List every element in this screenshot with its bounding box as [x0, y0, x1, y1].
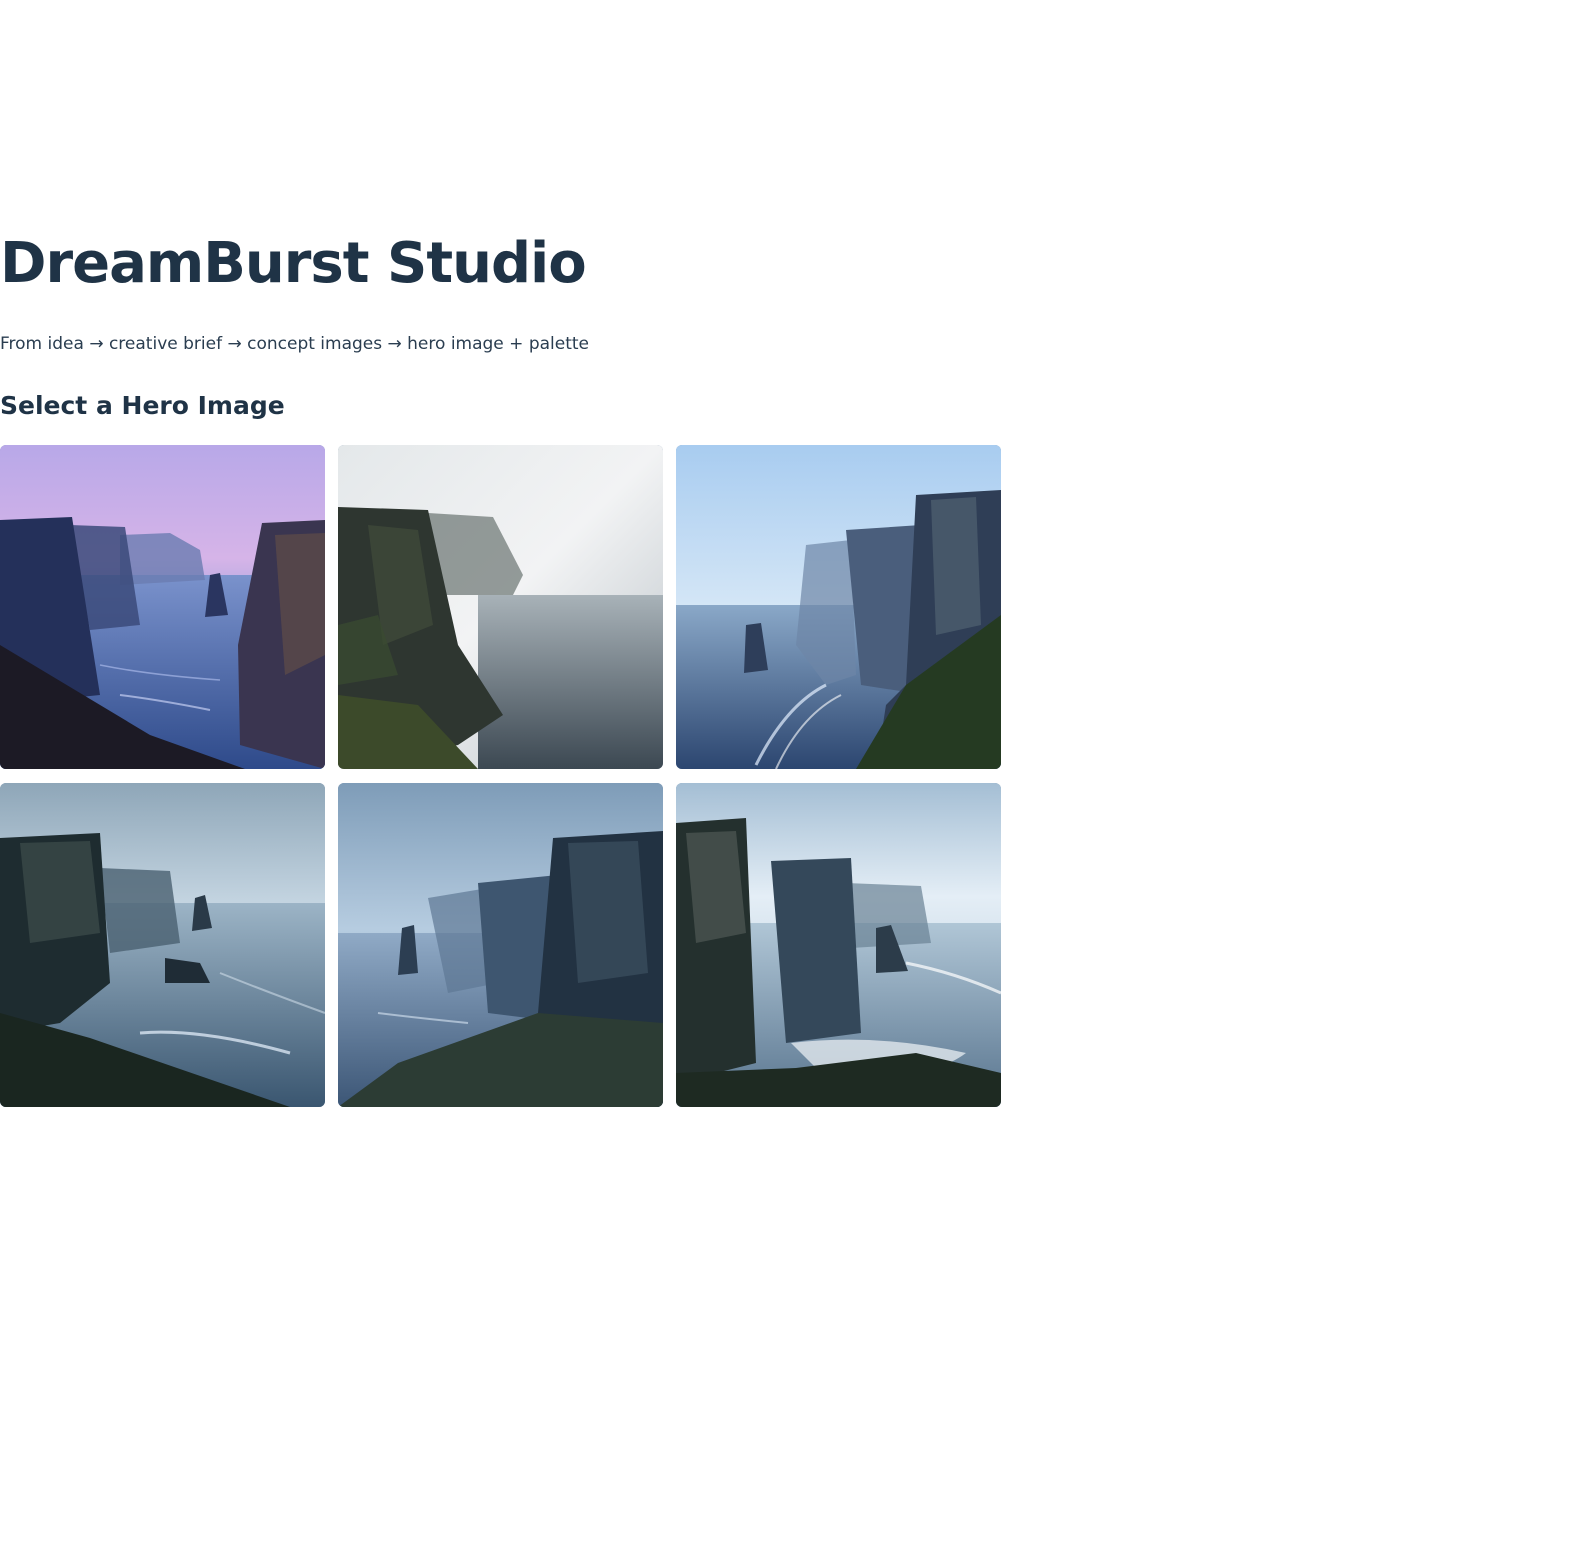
hero-image-option-4[interactable]	[0, 783, 325, 1107]
hero-image-option-6[interactable]	[676, 783, 1001, 1107]
hero-image-option-3[interactable]	[676, 445, 1001, 769]
app-subtitle: From idea → creative brief → concept ima…	[0, 334, 589, 354]
hero-image-grid	[0, 445, 1001, 1107]
page: DreamBurst Studio From idea → creative b…	[0, 0, 1587, 1546]
cliff-landscape-image	[338, 783, 663, 1107]
app-title: DreamBurst Studio	[0, 231, 587, 296]
cliff-landscape-image	[676, 783, 1001, 1107]
cliff-landscape-image	[338, 445, 663, 769]
cliff-landscape-image	[676, 445, 1001, 769]
cliff-landscape-image	[0, 445, 325, 769]
section-heading: Select a Hero Image	[0, 391, 285, 420]
hero-image-option-1[interactable]	[0, 445, 325, 769]
cliff-landscape-image	[0, 783, 325, 1107]
hero-image-option-5[interactable]	[338, 783, 663, 1107]
hero-image-option-2[interactable]	[338, 445, 663, 769]
